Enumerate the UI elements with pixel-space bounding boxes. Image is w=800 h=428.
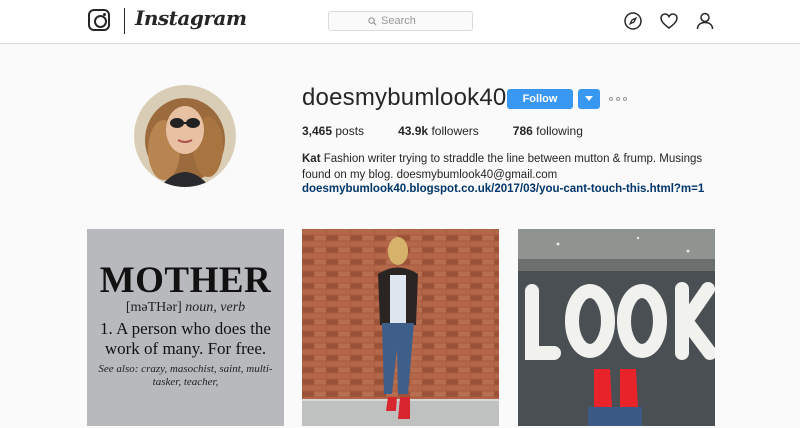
bio-link[interactable]: doesmybumlook40.blogspot.co.uk/2017/03/y… (302, 183, 704, 195)
dot-icon (616, 97, 620, 101)
profile-bio: Kat Fashion writer trying to straddle th… (302, 151, 722, 183)
bio-text: Fashion writer trying to straddle the li… (302, 153, 703, 181)
more-options-icon[interactable] (609, 92, 631, 106)
post-photo (302, 229, 499, 426)
search-icon (368, 16, 377, 26)
post-tile[interactable] (518, 229, 715, 426)
search-box[interactable] (328, 11, 473, 31)
following-label: following (536, 124, 583, 138)
post-tile[interactable]: MOTHER [məTHər] noun, verb 1. A person w… (87, 229, 284, 426)
post-text-see-also: See also: crazy, masochist, saint, multi… (98, 363, 273, 388)
followers-stat[interactable]: 43.9k followers (398, 124, 479, 138)
post-photo (518, 229, 715, 426)
instagram-wordmark[interactable]: Instagram (135, 6, 247, 30)
compass-icon[interactable] (623, 11, 643, 31)
posts-stat: 3,465 posts (302, 124, 364, 138)
search-input[interactable] (381, 15, 433, 27)
top-nav: Instagram (0, 0, 800, 44)
avatar[interactable] (134, 85, 236, 187)
heart-icon[interactable] (659, 11, 679, 31)
followers-count: 43.9k (398, 124, 429, 138)
dot-icon (609, 97, 613, 101)
followers-label: followers (431, 124, 479, 138)
profile-username: doesmybumlook40 (302, 84, 507, 111)
suggestions-dropdown-button[interactable] (578, 89, 600, 109)
follow-button[interactable]: Follow (507, 89, 573, 109)
following-stat[interactable]: 786 following (513, 124, 583, 138)
caret-down-icon (585, 96, 593, 101)
following-count: 786 (512, 124, 533, 138)
post-text-pronunciation: [məTHər] noun, verb (125, 300, 246, 315)
dot-icon (623, 97, 627, 101)
post-text-definition: 1. A person who does the work of many. F… (100, 319, 271, 358)
post-text-word: MOTHER (99, 260, 272, 301)
profile-stats: 3,465 posts 43.9k followers 786 followin… (302, 124, 617, 138)
instagram-camera-icon[interactable] (88, 9, 110, 31)
post-tile[interactable] (302, 229, 499, 426)
posts-count: 3,465 (302, 124, 333, 138)
profile-photo (134, 85, 236, 187)
nav-divider (124, 8, 125, 34)
bio-name: Kat (302, 153, 321, 165)
posts-label: posts (335, 124, 365, 138)
person-icon[interactable] (695, 11, 715, 31)
